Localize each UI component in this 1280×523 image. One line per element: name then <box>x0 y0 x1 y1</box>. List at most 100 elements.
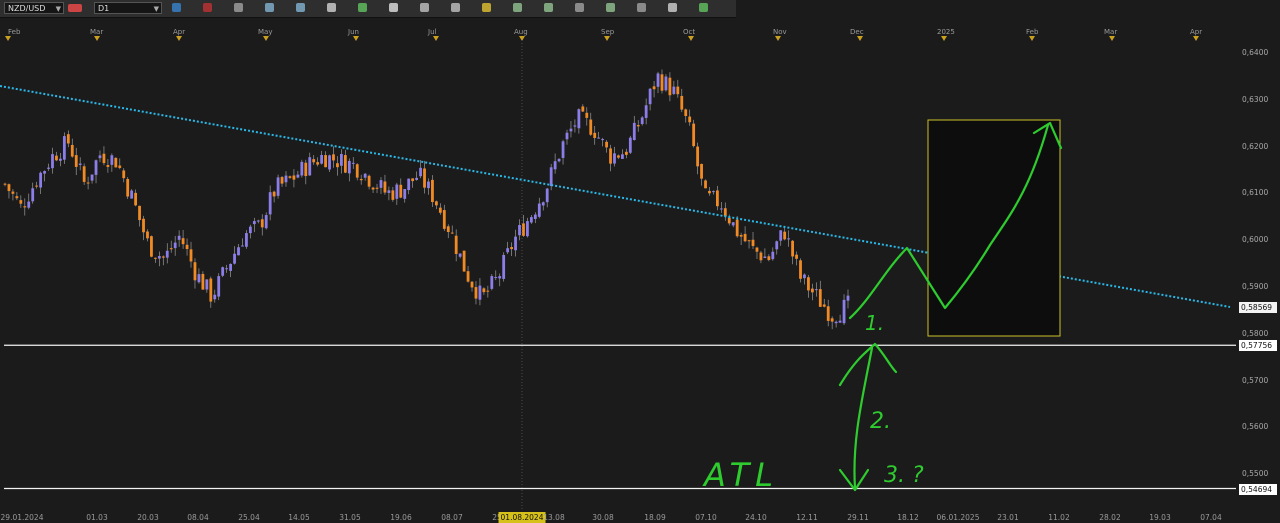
candle-body <box>466 271 470 282</box>
candle-body <box>846 295 850 301</box>
candle-body <box>743 233 747 242</box>
candle-body <box>51 154 54 169</box>
candle-body <box>7 184 11 192</box>
candle-body <box>94 160 98 175</box>
date-label: 31.05 <box>339 513 361 522</box>
candle-body <box>221 267 225 276</box>
candle-body <box>712 191 715 193</box>
candle-body <box>260 219 264 228</box>
candle-body <box>799 260 802 279</box>
scenario-label-2: 2. <box>870 409 891 434</box>
candle-body <box>237 247 240 256</box>
price-label: 0,5800 <box>1242 328 1269 338</box>
candle-body <box>102 153 106 164</box>
price-chart[interactable]: 1. 2. 3. ? ATL <box>0 0 1280 523</box>
candle-body <box>585 112 589 118</box>
candle-body <box>419 167 422 177</box>
candle-body <box>78 163 82 165</box>
candle-body <box>450 232 454 234</box>
date-label: 01.03 <box>86 513 108 522</box>
date-label: 28.02 <box>1099 513 1121 522</box>
candle-body <box>98 155 102 159</box>
period-separator-marker <box>176 36 182 41</box>
candle-body <box>427 181 430 189</box>
candle-body <box>332 154 335 161</box>
date-label: 06.01.2025 <box>936 513 980 522</box>
candle-body <box>684 109 688 117</box>
candle-body <box>213 294 217 300</box>
candle-body <box>70 144 74 157</box>
candle-body <box>462 250 466 272</box>
candle-body <box>316 162 320 165</box>
candle-body <box>363 173 367 178</box>
date-label: 12.11 <box>796 513 818 522</box>
candle-body <box>106 165 110 167</box>
candle-body <box>510 247 513 250</box>
candle-body <box>834 321 838 324</box>
candle-body <box>359 178 363 181</box>
candle-body <box>23 206 27 208</box>
candle-body <box>621 154 624 159</box>
price-label: 0,6300 <box>1242 94 1269 104</box>
candle-body <box>229 263 232 271</box>
candle-body <box>723 208 727 217</box>
candle-body <box>157 256 161 259</box>
candle-body <box>446 226 450 232</box>
period-separator-marker <box>941 36 947 41</box>
candle-body <box>759 252 763 261</box>
candle-body <box>478 285 482 300</box>
price-axis: 0,58569 0,57756 0,54694 0,6400 0,6300 0,62… <box>1238 40 1280 506</box>
date-label: 07.10 <box>695 513 717 522</box>
candle-body <box>454 235 458 254</box>
period-separator-marker <box>688 36 694 41</box>
candle-body <box>502 254 506 279</box>
period-separator-marker <box>5 36 11 41</box>
candle-body <box>597 137 601 139</box>
atl-label: ATL <box>702 456 779 494</box>
candle-body <box>442 210 446 229</box>
candle-body <box>826 306 830 321</box>
candle-body <box>66 134 70 144</box>
candle-body <box>201 273 205 290</box>
date-label: 25.04 <box>238 513 260 522</box>
candle-body <box>343 155 347 173</box>
candle-body <box>755 247 759 252</box>
candle-body <box>126 178 130 197</box>
candle-body <box>165 250 169 258</box>
candle-body <box>150 236 153 257</box>
date-label: 08.07 <box>441 513 463 522</box>
candle-body <box>810 288 814 293</box>
candle-body <box>15 196 19 199</box>
candle-body <box>696 146 700 167</box>
candle-body <box>11 191 15 194</box>
candle-body <box>842 299 846 324</box>
candle-body <box>248 226 252 234</box>
candle-body <box>43 171 46 174</box>
candle-body <box>407 178 411 191</box>
period-separator-marker <box>1193 36 1199 41</box>
candle-body <box>177 235 181 240</box>
candle-body <box>719 208 723 210</box>
candle-body <box>340 154 343 166</box>
candle-body <box>640 117 644 125</box>
candle-body <box>399 184 403 198</box>
date-label: 01.08.2024 <box>498 512 546 523</box>
candle-body <box>569 128 573 132</box>
candle-body <box>652 86 656 90</box>
period-separator-marker <box>1029 36 1035 41</box>
candle-body <box>818 289 822 307</box>
candle-body <box>605 141 608 148</box>
candle-body <box>423 168 426 188</box>
candle-body <box>767 256 771 261</box>
candle-body <box>589 119 593 135</box>
candle-body <box>751 239 755 247</box>
candle-body <box>537 203 541 217</box>
candle-body <box>482 288 486 293</box>
candle-body <box>308 157 312 176</box>
candle-body <box>822 304 826 307</box>
candle-body <box>518 225 521 236</box>
candle-body <box>526 221 529 237</box>
candle-body <box>494 277 498 279</box>
candle-body <box>727 217 731 224</box>
candle-body <box>86 182 90 184</box>
